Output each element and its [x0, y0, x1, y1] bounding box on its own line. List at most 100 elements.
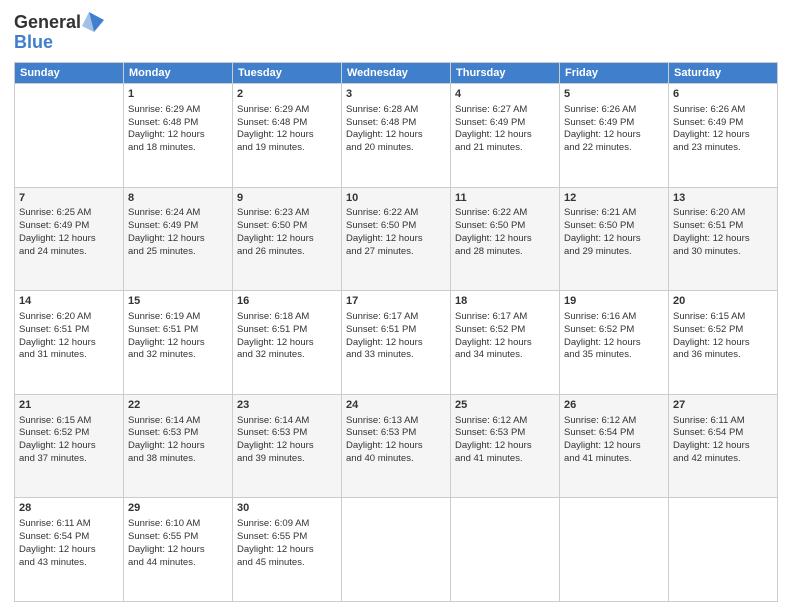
day-number: 20: [673, 294, 773, 309]
daylight-line2: and 26 minutes.: [237, 246, 305, 257]
day-number: 22: [128, 398, 228, 413]
daylight-line2: and 37 minutes.: [19, 453, 87, 464]
daylight-line2: and 25 minutes.: [128, 246, 196, 257]
daylight-line2: and 44 minutes.: [128, 557, 196, 568]
daylight-line1: Daylight: 12 hours: [564, 233, 641, 244]
daylight-line2: and 45 minutes.: [237, 557, 305, 568]
logo: GeneralBlue: [14, 10, 104, 54]
calendar-cell: [342, 498, 451, 602]
sunset-text: Sunset: 6:50 PM: [455, 220, 525, 231]
week-row-4: 21Sunrise: 6:15 AMSunset: 6:52 PMDayligh…: [15, 394, 778, 498]
weekday-header-wednesday: Wednesday: [342, 63, 451, 84]
calendar-cell: 15Sunrise: 6:19 AMSunset: 6:51 PMDayligh…: [124, 291, 233, 395]
weekday-header-monday: Monday: [124, 63, 233, 84]
sunrise-text: Sunrise: 6:16 AM: [564, 311, 636, 322]
daylight-line1: Daylight: 12 hours: [128, 544, 205, 555]
day-number: 24: [346, 398, 446, 413]
daylight-line1: Daylight: 12 hours: [237, 337, 314, 348]
calendar-cell: 9Sunrise: 6:23 AMSunset: 6:50 PMDaylight…: [233, 187, 342, 291]
day-number: 1: [128, 87, 228, 102]
daylight-line1: Daylight: 12 hours: [564, 129, 641, 140]
sunset-text: Sunset: 6:53 PM: [455, 427, 525, 438]
sunrise-text: Sunrise: 6:22 AM: [346, 207, 418, 218]
day-number: 28: [19, 501, 119, 516]
sunrise-text: Sunrise: 6:25 AM: [19, 207, 91, 218]
sunrise-text: Sunrise: 6:10 AM: [128, 518, 200, 529]
sunrise-text: Sunrise: 6:27 AM: [455, 104, 527, 115]
sunrise-text: Sunrise: 6:13 AM: [346, 415, 418, 426]
sunset-text: Sunset: 6:52 PM: [19, 427, 89, 438]
weekday-header-tuesday: Tuesday: [233, 63, 342, 84]
daylight-line1: Daylight: 12 hours: [673, 129, 750, 140]
calendar-cell: 19Sunrise: 6:16 AMSunset: 6:52 PMDayligh…: [560, 291, 669, 395]
daylight-line1: Daylight: 12 hours: [128, 233, 205, 244]
sunrise-text: Sunrise: 6:18 AM: [237, 311, 309, 322]
sunset-text: Sunset: 6:51 PM: [237, 324, 307, 335]
calendar-cell: 25Sunrise: 6:12 AMSunset: 6:53 PMDayligh…: [451, 394, 560, 498]
daylight-line2: and 35 minutes.: [564, 349, 632, 360]
daylight-line1: Daylight: 12 hours: [455, 233, 532, 244]
daylight-line2: and 29 minutes.: [564, 246, 632, 257]
sunset-text: Sunset: 6:50 PM: [346, 220, 416, 231]
daylight-line1: Daylight: 12 hours: [455, 129, 532, 140]
sunset-text: Sunset: 6:48 PM: [237, 117, 307, 128]
calendar-cell: 28Sunrise: 6:11 AMSunset: 6:54 PMDayligh…: [15, 498, 124, 602]
daylight-line1: Daylight: 12 hours: [455, 440, 532, 451]
daylight-line2: and 33 minutes.: [346, 349, 414, 360]
day-number: 18: [455, 294, 555, 309]
daylight-line2: and 28 minutes.: [455, 246, 523, 257]
week-row-3: 14Sunrise: 6:20 AMSunset: 6:51 PMDayligh…: [15, 291, 778, 395]
calendar-cell: 13Sunrise: 6:20 AMSunset: 6:51 PMDayligh…: [669, 187, 778, 291]
daylight-line2: and 43 minutes.: [19, 557, 87, 568]
sunset-text: Sunset: 6:48 PM: [346, 117, 416, 128]
daylight-line1: Daylight: 12 hours: [19, 440, 96, 451]
daylight-line2: and 32 minutes.: [237, 349, 305, 360]
sunset-text: Sunset: 6:52 PM: [564, 324, 634, 335]
sunset-text: Sunset: 6:49 PM: [673, 117, 743, 128]
calendar-cell: 26Sunrise: 6:12 AMSunset: 6:54 PMDayligh…: [560, 394, 669, 498]
daylight-line2: and 27 minutes.: [346, 246, 414, 257]
daylight-line2: and 22 minutes.: [564, 142, 632, 153]
svg-text:General: General: [14, 12, 81, 32]
day-number: 12: [564, 191, 664, 206]
weekday-header-friday: Friday: [560, 63, 669, 84]
calendar-cell: 10Sunrise: 6:22 AMSunset: 6:50 PMDayligh…: [342, 187, 451, 291]
sunrise-text: Sunrise: 6:11 AM: [19, 518, 91, 529]
day-number: 27: [673, 398, 773, 413]
daylight-line2: and 38 minutes.: [128, 453, 196, 464]
sunset-text: Sunset: 6:51 PM: [673, 220, 743, 231]
day-number: 16: [237, 294, 337, 309]
daylight-line1: Daylight: 12 hours: [128, 337, 205, 348]
daylight-line2: and 41 minutes.: [455, 453, 523, 464]
daylight-line1: Daylight: 12 hours: [19, 544, 96, 555]
page: GeneralBlue SundayMondayTuesdayWednesday…: [0, 0, 792, 612]
daylight-line2: and 36 minutes.: [673, 349, 741, 360]
daylight-line1: Daylight: 12 hours: [673, 440, 750, 451]
calendar-cell: 18Sunrise: 6:17 AMSunset: 6:52 PMDayligh…: [451, 291, 560, 395]
sunrise-text: Sunrise: 6:29 AM: [128, 104, 200, 115]
calendar-cell: 23Sunrise: 6:14 AMSunset: 6:53 PMDayligh…: [233, 394, 342, 498]
calendar-cell: 30Sunrise: 6:09 AMSunset: 6:55 PMDayligh…: [233, 498, 342, 602]
sunrise-text: Sunrise: 6:22 AM: [455, 207, 527, 218]
calendar-cell: 2Sunrise: 6:29 AMSunset: 6:48 PMDaylight…: [233, 84, 342, 188]
calendar-cell: [451, 498, 560, 602]
day-number: 8: [128, 191, 228, 206]
sunset-text: Sunset: 6:48 PM: [128, 117, 198, 128]
calendar-table: SundayMondayTuesdayWednesdayThursdayFrid…: [14, 62, 778, 602]
sunrise-text: Sunrise: 6:28 AM: [346, 104, 418, 115]
calendar-cell: [15, 84, 124, 188]
day-number: 14: [19, 294, 119, 309]
sunset-text: Sunset: 6:54 PM: [673, 427, 743, 438]
calendar-cell: 12Sunrise: 6:21 AMSunset: 6:50 PMDayligh…: [560, 187, 669, 291]
calendar-cell: [669, 498, 778, 602]
sunset-text: Sunset: 6:50 PM: [237, 220, 307, 231]
day-number: 26: [564, 398, 664, 413]
sunrise-text: Sunrise: 6:17 AM: [455, 311, 527, 322]
sunset-text: Sunset: 6:55 PM: [237, 531, 307, 542]
calendar-cell: 21Sunrise: 6:15 AMSunset: 6:52 PMDayligh…: [15, 394, 124, 498]
sunrise-text: Sunrise: 6:12 AM: [564, 415, 636, 426]
sunrise-text: Sunrise: 6:20 AM: [673, 207, 745, 218]
sunrise-text: Sunrise: 6:24 AM: [128, 207, 200, 218]
day-number: 5: [564, 87, 664, 102]
sunset-text: Sunset: 6:53 PM: [346, 427, 416, 438]
